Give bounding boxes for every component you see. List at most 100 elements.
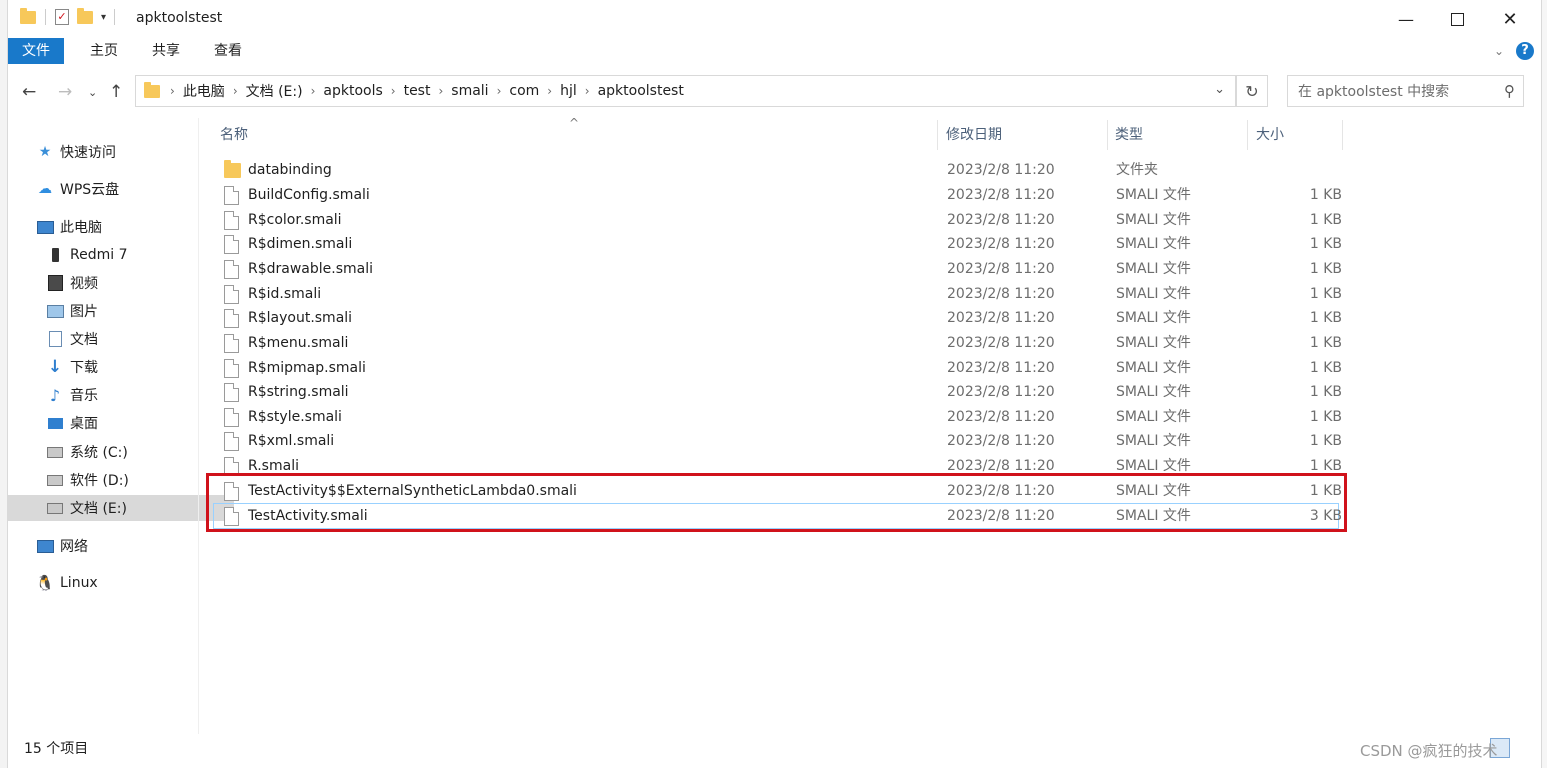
customize-toolbar-icon[interactable]: ▾ bbox=[101, 12, 106, 23]
file-date: 2023/2/8 11:20 bbox=[947, 384, 1055, 400]
column-header-size[interactable]: 大小 bbox=[1256, 118, 1284, 154]
maximize-icon bbox=[1450, 12, 1464, 26]
cloud-icon: ☁ bbox=[38, 181, 52, 197]
column-divider[interactable] bbox=[1107, 120, 1108, 150]
column-header-name[interactable]: 名称 bbox=[220, 118, 248, 154]
minimize-button[interactable]: — bbox=[1383, 0, 1429, 38]
expand-ribbon-icon[interactable]: ⌄ bbox=[1494, 44, 1504, 58]
list-item[interactable]: R$string.smali 2023/2/8 11:20 SMALI 文件 1… bbox=[214, 380, 1342, 404]
column-divider[interactable] bbox=[1247, 120, 1248, 150]
file-type: 文件夹 bbox=[1116, 162, 1158, 178]
tab-view[interactable]: 查看 bbox=[200, 38, 256, 64]
file-size: 1 KB bbox=[1309, 236, 1342, 252]
close-icon: ✕ bbox=[1502, 8, 1518, 30]
file-name: R$xml.smali bbox=[248, 433, 335, 449]
properties-icon[interactable]: ✓ bbox=[55, 9, 69, 25]
maximize-button[interactable] bbox=[1434, 0, 1480, 38]
breadcrumb-item[interactable]: 文档 (E:) bbox=[246, 81, 303, 101]
list-item[interactable]: R$style.smali 2023/2/8 11:20 SMALI 文件 1 … bbox=[214, 405, 1342, 429]
list-item[interactable]: R$menu.smali 2023/2/8 11:20 SMALI 文件 1 K… bbox=[214, 331, 1342, 355]
folder-icon[interactable] bbox=[20, 7, 36, 24]
sidebar-item-quick-access[interactable]: ★ 快速访问 bbox=[8, 139, 224, 165]
folder-icon bbox=[224, 159, 241, 178]
chevron-right-icon[interactable]: › bbox=[547, 84, 552, 98]
back-arrow-icon[interactable]: ← bbox=[22, 82, 36, 102]
chevron-right-icon[interactable]: › bbox=[391, 84, 396, 98]
search-icon[interactable]: ⚲ bbox=[1504, 82, 1515, 100]
address-bar[interactable]: › 此电脑 › 文档 (E:) › apktools › test › smal… bbox=[135, 75, 1236, 107]
file-type: SMALI 文件 bbox=[1116, 508, 1191, 524]
chevron-right-icon[interactable]: › bbox=[438, 84, 443, 98]
window-title: apktoolstest bbox=[136, 10, 223, 26]
minimize-icon: — bbox=[1398, 9, 1414, 29]
search-input[interactable] bbox=[1288, 76, 1500, 108]
sidebar-item-wps-cloud[interactable]: ☁ WPS云盘 bbox=[8, 176, 224, 202]
help-icon[interactable]: ? bbox=[1516, 42, 1534, 60]
close-button[interactable]: ✕ bbox=[1487, 0, 1533, 38]
sidebar-item-this-pc[interactable]: 此电脑 bbox=[8, 214, 224, 240]
file-type: SMALI 文件 bbox=[1116, 483, 1191, 499]
list-item[interactable]: databinding 2023/2/8 11:20 文件夹 bbox=[214, 158, 1338, 182]
column-header-date[interactable]: 修改日期 bbox=[946, 118, 1002, 154]
file-size: 1 KB bbox=[1309, 433, 1342, 449]
file-icon bbox=[224, 407, 239, 427]
column-divider[interactable] bbox=[1342, 120, 1343, 150]
drive-warning-icon bbox=[46, 471, 64, 489]
list-item[interactable]: BuildConfig.smali 2023/2/8 11:20 SMALI 文… bbox=[214, 183, 1342, 207]
recent-locations-icon[interactable]: ⌄ bbox=[88, 86, 97, 99]
list-item[interactable]: R$id.smali 2023/2/8 11:20 SMALI 文件 1 KB bbox=[214, 282, 1342, 306]
tab-file[interactable]: 文件 bbox=[8, 38, 64, 64]
list-item[interactable]: R$color.smali 2023/2/8 11:20 SMALI 文件 1 … bbox=[214, 208, 1342, 232]
chevron-right-icon[interactable]: › bbox=[233, 84, 238, 98]
new-folder-icon[interactable] bbox=[77, 7, 93, 24]
sidebar-item-network[interactable]: 网络 bbox=[8, 533, 224, 559]
list-item[interactable]: R$mipmap.smali 2023/2/8 11:20 SMALI 文件 1… bbox=[214, 356, 1342, 380]
refresh-button[interactable]: ↻ bbox=[1236, 75, 1268, 107]
column-header-type[interactable]: 类型 bbox=[1115, 118, 1143, 154]
file-icon bbox=[224, 185, 239, 205]
breadcrumb-item[interactable]: com bbox=[509, 83, 539, 99]
chevron-right-icon[interactable]: › bbox=[311, 84, 316, 98]
chevron-down-icon[interactable]: ⌄ bbox=[1214, 82, 1225, 97]
folder-icon bbox=[144, 81, 160, 98]
sidebar-item-label: 文档 bbox=[70, 332, 98, 348]
file-size: 3 KB bbox=[1309, 508, 1342, 524]
file-type: SMALI 文件 bbox=[1116, 433, 1191, 449]
breadcrumb-item[interactable]: smali bbox=[451, 83, 488, 99]
tab-home[interactable]: 主页 bbox=[76, 38, 132, 64]
file-size bbox=[1254, 158, 1342, 182]
tab-share[interactable]: 共享 bbox=[138, 38, 194, 64]
video-icon bbox=[46, 274, 64, 292]
file-icon bbox=[224, 234, 239, 254]
sidebar-item-linux[interactable]: 🐧 Linux bbox=[8, 570, 224, 596]
list-item[interactable]: R.smali 2023/2/8 11:20 SMALI 文件 1 KB bbox=[214, 454, 1342, 478]
forward-arrow-icon[interactable]: → bbox=[58, 82, 72, 102]
list-item[interactable]: TestActivity$$ExternalSyntheticLambda0.s… bbox=[214, 479, 1342, 503]
chevron-right-icon[interactable]: › bbox=[585, 84, 590, 98]
column-divider[interactable] bbox=[937, 120, 938, 150]
quick-access-toolbar: ✓ ▾ bbox=[20, 7, 116, 25]
breadcrumb-item[interactable]: apktoolstest bbox=[598, 83, 684, 99]
breadcrumb-item[interactable]: 此电脑 bbox=[183, 81, 225, 101]
navigation-bar: ← → ⌄ ↑ › 此电脑 › 文档 (E:) › apktools › tes… bbox=[8, 70, 1541, 114]
file-date: 2023/2/8 11:20 bbox=[947, 335, 1055, 351]
breadcrumb-item[interactable]: test bbox=[404, 83, 431, 99]
file-name: R$layout.smali bbox=[248, 310, 353, 326]
list-item[interactable]: R$dimen.smali 2023/2/8 11:20 SMALI 文件 1 … bbox=[214, 232, 1342, 256]
up-arrow-icon[interactable]: ↑ bbox=[109, 82, 123, 102]
breadcrumb-item[interactable]: apktools bbox=[323, 83, 382, 99]
sidebar-item-label: 音乐 bbox=[70, 388, 98, 404]
breadcrumb-item[interactable]: hjl bbox=[560, 83, 577, 99]
file-size: 1 KB bbox=[1309, 409, 1342, 425]
item-count: 15 个项目 bbox=[24, 741, 89, 757]
file-date: 2023/2/8 11:20 bbox=[947, 483, 1055, 499]
list-item[interactable]: TestActivity.smali 2023/2/8 11:20 SMALI … bbox=[213, 503, 1342, 529]
search-box[interactable]: ⚲ bbox=[1287, 75, 1524, 108]
chevron-right-icon[interactable]: › bbox=[497, 84, 502, 98]
list-item[interactable]: R$layout.smali 2023/2/8 11:20 SMALI 文件 1… bbox=[214, 306, 1342, 330]
file-size: 1 KB bbox=[1309, 187, 1342, 203]
file-icon bbox=[224, 506, 239, 526]
list-item[interactable]: R$drawable.smali 2023/2/8 11:20 SMALI 文件… bbox=[214, 257, 1342, 281]
list-item[interactable]: R$xml.smali 2023/2/8 11:20 SMALI 文件 1 KB bbox=[214, 429, 1342, 453]
chevron-right-icon[interactable]: › bbox=[170, 84, 175, 98]
